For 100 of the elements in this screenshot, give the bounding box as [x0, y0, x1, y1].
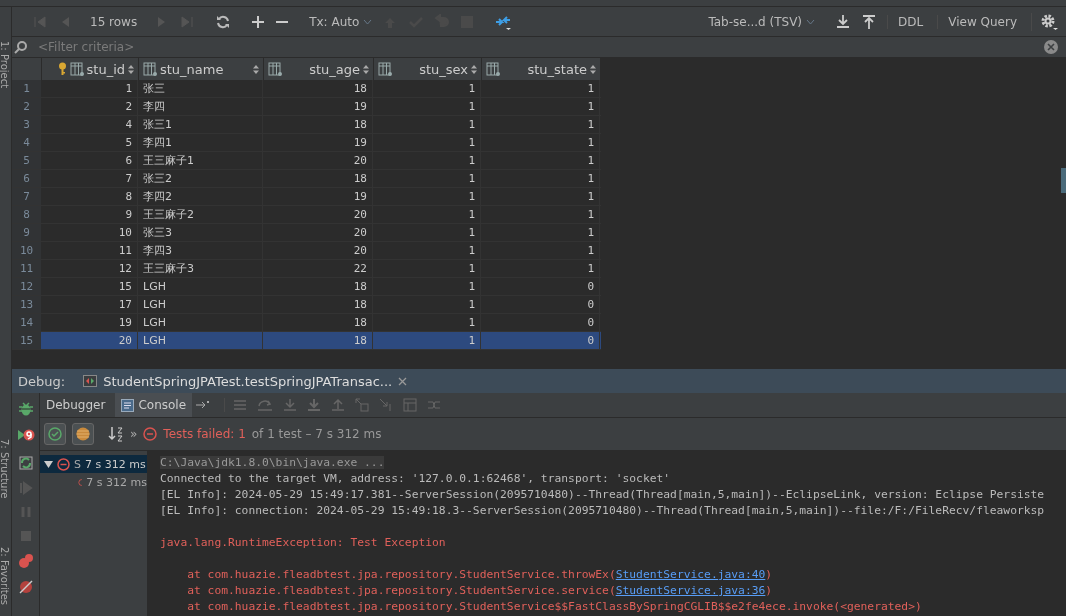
evaluate-icon[interactable]: [403, 398, 418, 412]
debug-tab[interactable]: Debugger: [40, 393, 112, 417]
console-line: java.lang.RuntimeException: Test Exception: [160, 535, 447, 551]
table-row[interactable]: 10 11 李四3 20 1 1: [12, 242, 601, 260]
download-icon[interactable]: [835, 13, 852, 30]
breakpoints-icon[interactable]: [17, 553, 34, 569]
pin-icon[interactable]: [196, 400, 211, 410]
sort-icon[interactable]: [128, 64, 134, 74]
more-actions[interactable]: »: [130, 427, 138, 441]
table-cell: 1: [481, 242, 600, 259]
table-row[interactable]: 13 17 LGH 18 1 0: [12, 296, 601, 314]
source-link[interactable]: StudentService.java:40: [615, 568, 766, 581]
table-row[interactable]: 3 4 张三1 18 1 1: [12, 116, 601, 134]
console-line: at com.huazie.fleadbtest.jpa.repository.StudentService.service(StudentService.java:36): [186, 583, 774, 599]
check-circle-icon: [48, 427, 62, 441]
row-number: 3: [12, 116, 41, 133]
row-number: 15: [12, 332, 41, 349]
row-number: 12: [12, 278, 41, 295]
table-row[interactable]: 11 12 王三麻子3 22 1 1: [12, 260, 601, 278]
column-header[interactable]: stu_sex: [374, 58, 482, 80]
stop-icon[interactable]: [18, 529, 33, 543]
table-cell: 0: [481, 314, 600, 331]
table-cell: 0: [481, 332, 600, 349]
trace-icon[interactable]: [427, 398, 442, 412]
structure-tool-tab[interactable]: 7: Structure: [0, 439, 10, 499]
view-query-button[interactable]: View Query: [937, 14, 1021, 29]
filter-input[interactable]: <Filter criteria>: [36, 39, 1036, 55]
scrollbar-thumb[interactable]: [1061, 168, 1066, 193]
mute-breakpoints-icon[interactable]: [17, 579, 34, 595]
transaction-mode-dropdown[interactable]: Tx: Auto: [309, 14, 373, 29]
step-over-icon[interactable]: [257, 398, 274, 412]
resume-icon[interactable]: [18, 481, 33, 495]
table-cell: 1: [481, 224, 600, 241]
drop-frame-icon[interactable]: [355, 398, 370, 412]
console-line: at com.huazie.fleadbtest.jpa.repository.StudentService.throwEx(StudentService.java:40): [186, 567, 774, 583]
sort-alphabetically-icon[interactable]: [108, 426, 124, 442]
table-row[interactable]: 2 2 李四 19 1 1: [12, 98, 601, 116]
console-line: [EL Info]: 2024-05-29 15:49:17.381--ServerSession(2095710480)--Thread(Thread[main,5,main])--EclipseLink, version: Eclipse Persiste: [160, 487, 1046, 503]
close-icon[interactable]: [398, 376, 408, 386]
table-row[interactable]: 15 20 LGH 18 1 0: [12, 332, 601, 350]
table-row[interactable]: 12 15 LGH 18 1 0: [12, 278, 601, 296]
table-row[interactable]: 5 6 王三麻子1 20 1 1: [12, 152, 601, 170]
step-out-icon[interactable]: [331, 398, 346, 412]
table-cell: 1: [41, 80, 138, 97]
table-cell: 张三3: [138, 224, 263, 241]
sort-icon[interactable]: [471, 64, 477, 74]
step-into-icon[interactable]: [283, 398, 298, 412]
table-row[interactable]: 1 1 张三 18 1 1: [12, 80, 601, 98]
table-row[interactable]: 7 8 李四2 19 1 1: [12, 188, 601, 206]
test-tree-node[interactable]: 7 s 312 ms: [40, 473, 147, 491]
table-cell: 1: [373, 116, 481, 133]
table-cell: 18: [263, 314, 373, 331]
debug-tab[interactable]: Console: [115, 393, 193, 417]
table-cell: 18: [263, 170, 373, 187]
table-cell: 18: [263, 332, 373, 349]
table-cell: LGH: [138, 332, 263, 349]
column-header[interactable]: stu_id: [42, 58, 139, 80]
refresh-icon[interactable]: [215, 13, 232, 30]
table-cell: 王三麻子1: [138, 152, 263, 169]
table-cell: LGH: [138, 296, 263, 313]
column-header[interactable]: stu_age: [264, 58, 374, 80]
table-column-icon: [378, 62, 392, 76]
table-cell: 张三1: [138, 116, 263, 133]
table-row[interactable]: 4 5 李四1 19 1 1: [12, 134, 601, 152]
table-column-icon: [143, 62, 157, 76]
row-number: 11: [12, 260, 41, 277]
row-number: 1: [12, 80, 41, 97]
table-cell: 15: [41, 278, 138, 295]
show-passed-button[interactable]: [44, 423, 66, 445]
sort-icon[interactable]: [590, 64, 596, 74]
settings-icon[interactable]: [1031, 12, 1058, 31]
force-step-into-icon[interactable]: [307, 398, 322, 412]
clear-icon[interactable]: [1044, 40, 1058, 54]
column-header[interactable]: stu_name: [139, 58, 264, 80]
table-row[interactable]: 9 10 张三3 20 1 1: [12, 224, 601, 242]
table-row[interactable]: 6 7 张三2 18 1 1: [12, 170, 601, 188]
sort-icon[interactable]: [363, 64, 369, 74]
upload-icon[interactable]: [861, 13, 878, 30]
key-icon: [57, 62, 67, 76]
table-cell: 2: [41, 98, 138, 115]
favorites-tool-tab[interactable]: 2: Favorites: [0, 547, 10, 606]
table-cell: 20: [263, 224, 373, 241]
test-tree-node[interactable]: S 7 s 312 ms: [40, 455, 147, 473]
table-column-icon: [69, 62, 84, 76]
table-cell: 1: [373, 260, 481, 277]
run-to-cursor-icon[interactable]: [379, 398, 394, 412]
menu-icon[interactable]: [233, 399, 248, 411]
bug-icon[interactable]: [17, 401, 34, 417]
ddl-button[interactable]: DDL: [887, 14, 928, 29]
rerun-icon[interactable]: [17, 455, 34, 471]
sort-icon[interactable]: [253, 64, 259, 74]
table-row[interactable]: 8 9 王三麻子2 20 1 1: [12, 206, 601, 224]
export-format-dropdown[interactable]: Tab-se...d (TSV): [708, 14, 816, 29]
failed-icon: [57, 457, 70, 471]
add-row-icon[interactable]: [251, 14, 266, 29]
show-ignored-button[interactable]: [72, 423, 94, 445]
source-link[interactable]: StudentService.java:36: [615, 584, 766, 597]
column-header[interactable]: stu_state: [482, 58, 601, 80]
search-icon[interactable]: [14, 40, 28, 54]
table-cell: LGH: [138, 278, 263, 295]
